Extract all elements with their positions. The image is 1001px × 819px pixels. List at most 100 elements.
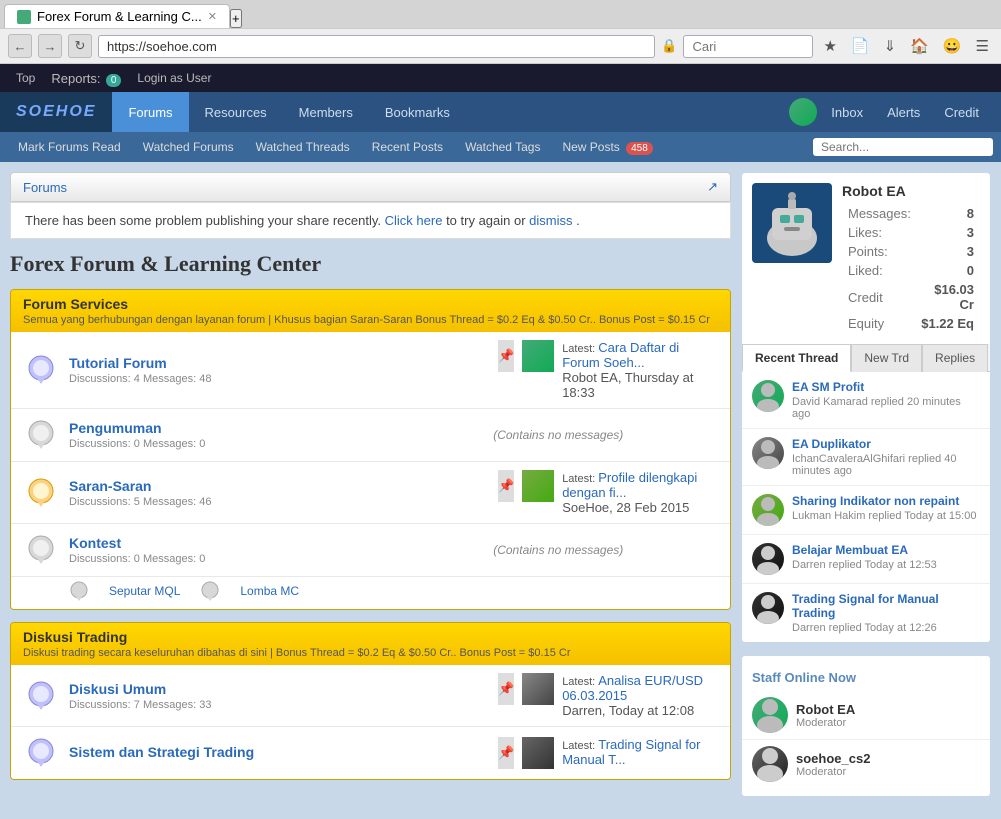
new-tab-button[interactable]: + [230,9,242,28]
reports-link[interactable]: Reports: 0 [43,71,129,86]
thread-avatar [752,592,784,624]
forum-info: Sistem dan Strategi Trading [69,744,488,762]
sidebar-username: Robot EA [842,183,980,199]
forward-button[interactable]: → [38,34,62,58]
breadcrumb: Forums ↗ [10,172,731,202]
staff-item: Robot EA Moderator [742,691,990,740]
new-posts-link[interactable]: New Posts 458 [552,137,662,157]
forum-info: Saran-Saran Discussions: 5 Messages: 46 [69,478,488,508]
sub-nav-search-input[interactable] [813,138,993,156]
nav-bookmarks[interactable]: Bookmarks [369,92,466,132]
stat-row: Likes: 3 [844,224,978,241]
refresh-button[interactable]: ↻ [68,34,92,58]
top-link[interactable]: Top [8,71,43,85]
thread-title-link[interactable]: Sharing Indikator non repaint [792,494,980,508]
forum-stats: Discussions: 0 Messages: 0 [69,438,389,450]
bookmark-button[interactable]: ★ [819,35,840,57]
nav-resources[interactable]: Resources [189,92,283,132]
content-area: Forums ↗ There has been some problem pub… [0,162,1001,819]
staff-avatar [752,697,788,733]
tab-recent-thread[interactable]: Recent Thread [742,344,851,372]
alert-click-here-link[interactable]: Click here [385,213,443,228]
watched-threads-link[interactable]: Watched Threads [246,137,360,157]
forum-latest-text: Latest: Analisa EUR/USD 06.03.2015 Darre… [562,673,718,718]
sidebar-user-box: Robot EA Messages: 8 Likes: 3 [741,172,991,643]
forum-name-link[interactable]: Kontest [69,535,389,551]
stat-row: Equity $1.22 Eq [844,315,978,332]
nav-members[interactable]: Members [283,92,369,132]
forum-name-link[interactable]: Tutorial Forum [69,355,488,371]
subforum-lomba-mc-link[interactable]: Lomba MC [240,581,299,601]
tab-replies[interactable]: Replies [922,344,988,372]
site-wrapper: Top Reports: 0 Login as User SOEHOE Foru… [0,64,1001,819]
stat-label: Liked: [844,262,915,279]
tab-new-trd[interactable]: New Trd [851,344,922,372]
forum-latest-text: Latest: Profile dilengkapi dengan fi... … [562,470,718,515]
browser-toolbar: ← → ↻ 🔒 ★ 📄 ⇓ 🏠 😀 ☰ [0,28,1001,63]
staff-online-title: Staff Online Now [742,664,990,691]
thread-avatar [752,494,784,526]
breadcrumb-forums-link[interactable]: Forums [23,180,67,195]
latest-avatar [522,340,554,372]
alert-period: . [576,213,580,228]
home-button[interactable]: 🏠 [906,35,933,57]
tab-title: Forex Forum & Learning C... [37,9,202,24]
latest-user: Robot EA, Thursday at 18:33 [562,370,693,400]
nav-alerts[interactable]: Alerts [877,105,930,120]
login-as-user-link[interactable]: Login as User [129,71,219,85]
stat-label: Likes: [844,224,915,241]
staff-info: Robot EA Moderator [796,702,855,729]
watched-forums-link[interactable]: Watched Forums [133,137,244,157]
mark-forums-read-link[interactable]: Mark Forums Read [8,137,131,157]
latest-thread-link[interactable]: Cara Daftar di Forum Soeh... [562,340,679,370]
tab-favicon [17,10,31,24]
subforum-seputar-mql-link[interactable]: Seputar MQL [109,581,180,601]
stat-label: Credit [844,281,915,313]
latest-thread-link[interactable]: Trading Signal for Manual T... [562,737,700,767]
nav-inbox[interactable]: Inbox [821,105,873,120]
staff-info: soehoe_cs2 Moderator [796,751,870,778]
forum-no-message: (Contains no messages) [399,543,719,557]
forum-row: Kontest Discussions: 0 Messages: 0 (Cont… [11,524,730,577]
reader-button[interactable]: 📄 [847,35,874,57]
tab-close-button[interactable]: ✕ [208,10,217,23]
thread-avatar [752,437,784,469]
thread-title-link[interactable]: Trading Signal for Manual Trading [792,592,980,620]
forum-latest-text: Latest: Cara Daftar di Forum Soeh... Rob… [562,340,718,400]
back-button[interactable]: ← [8,34,32,58]
thread-title-link[interactable]: EA SM Profit [792,380,980,394]
latest-thread-link[interactable]: Analisa EUR/USD 06.03.2015 [562,673,703,703]
thread-info: EA Duplikator IchanCavaleraAlGhifari rep… [792,437,980,477]
download-button[interactable]: ⇓ [880,35,901,57]
staff-role: Moderator [796,766,870,778]
browser-search-input[interactable] [683,35,813,58]
recent-posts-link[interactable]: Recent Posts [362,137,453,157]
staff-name: soehoe_cs2 [796,751,870,766]
latest-user: Darren, Today at 12:08 [562,703,694,718]
sidebar: Robot EA Messages: 8 Likes: 3 [741,172,991,809]
subforum-icon [200,581,220,601]
forum-latest: 📌 Latest: Analisa EUR/USD 06.03.2015 Dar… [498,673,718,718]
address-bar[interactable] [98,35,655,58]
alert-dismiss-link[interactable]: dismiss [529,213,572,228]
forum-name-link[interactable]: Diskusi Umum [69,681,488,697]
subforums: Seputar MQL Lomba MC [11,577,730,609]
forum-row: Tutorial Forum Discussions: 4 Messages: … [11,332,730,409]
thread-title-link[interactable]: EA Duplikator [792,437,980,451]
diskusi-trading-desc: Diskusi trading secara keseluruhan dibah… [23,647,718,659]
forum-name-link[interactable]: Saran-Saran [69,478,488,494]
forum-name-link[interactable]: Pengumuman [69,420,389,436]
active-tab[interactable]: Forex Forum & Learning C... ✕ [4,4,230,28]
forum-latest: 📌 Latest: Cara Daftar di Forum Soeh... R… [498,340,718,400]
thread-title-link[interactable]: Belajar Membuat EA [792,543,980,557]
latest-thread-link[interactable]: Profile dilengkapi dengan fi... [562,470,697,500]
nav-forums[interactable]: Forums [112,92,188,132]
nav-credit[interactable]: Credit [934,105,989,120]
watched-tags-link[interactable]: Watched Tags [455,137,550,157]
user-button[interactable]: 😀 [939,35,966,57]
expand-icon[interactable]: ↗ [707,179,718,195]
menu-button[interactable]: ☰ [972,35,993,57]
forum-latest-inner: 📌 Latest: Trading Signal for Manual T... [498,737,718,769]
main-nav-links: Forums Resources Members Bookmarks [112,92,465,132]
forum-name-link[interactable]: Sistem dan Strategi Trading [69,744,488,760]
